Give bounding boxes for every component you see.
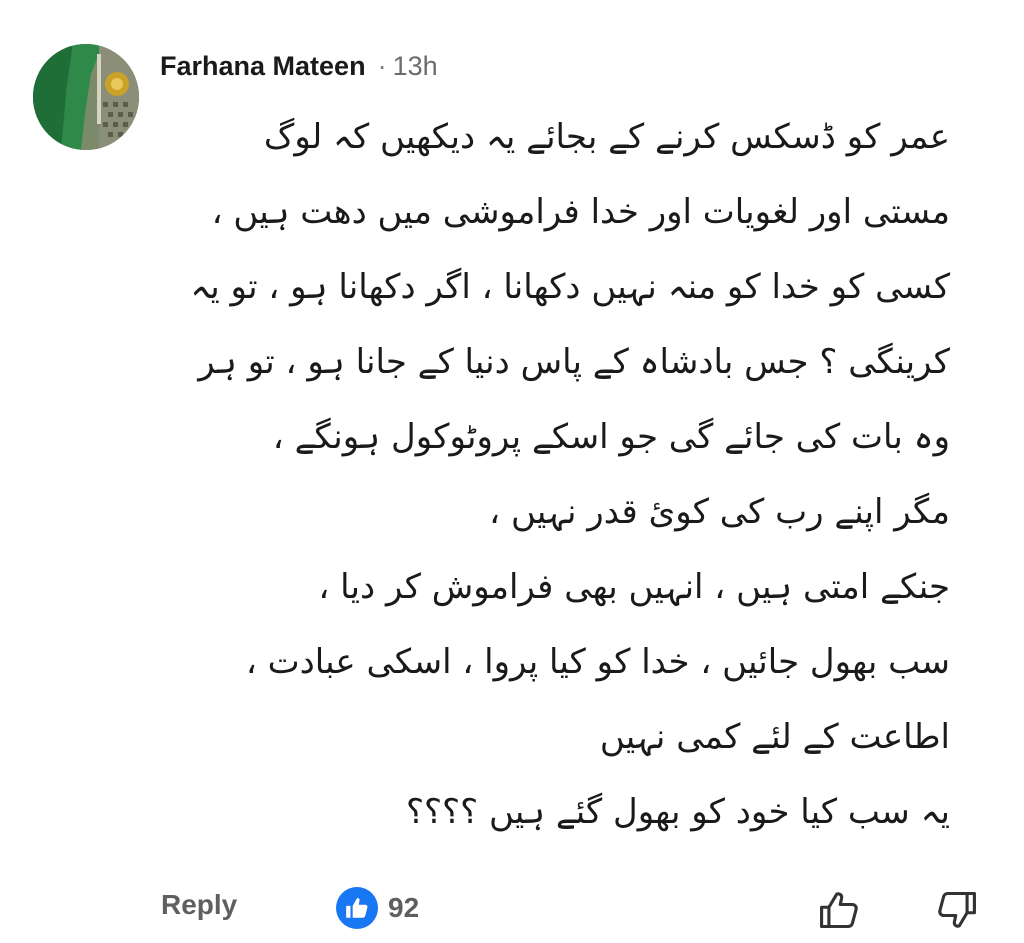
like-reaction-icon xyxy=(336,887,378,929)
like-count: 92 xyxy=(388,892,420,923)
profile-photo-icon xyxy=(33,44,139,150)
comment-body: عمر کو ڈسکس کرنے کے بجائے یہ دیکھیں کہ ل… xyxy=(150,100,950,850)
author-name[interactable]: Farhana Mateen xyxy=(160,51,366,82)
comment-line: وہ بات کی جائے گی جو اسکے پروٹوکول ہونگے… xyxy=(272,417,950,457)
thumbs-down-button[interactable] xyxy=(930,883,984,937)
thumbs-up-button[interactable] xyxy=(812,883,866,937)
comment-line: کرینگی ؟ جس بادشاہ کے پاس دنیا کے جانا ہ… xyxy=(198,342,950,382)
comment-line: سب بھول جائیں ، خدا کو کیا پروا ، اسکی ع… xyxy=(245,642,950,682)
comment-line: مگر اپنے رب کی کوئ قدر نہیں ، xyxy=(489,492,950,532)
comment-actions: Reply 92 xyxy=(0,875,1024,943)
timestamp[interactable]: 13h xyxy=(393,51,438,82)
comment-line: اطاعت کے لئے کمی نہیں xyxy=(599,717,950,757)
comment-line: عمر کو ڈسکس کرنے کے بجائے یہ دیکھیں کہ ل… xyxy=(263,117,950,157)
comment-line: یہ سب کیا خود کو بھول گئے ہیں ؟؟؟؟ xyxy=(405,792,950,832)
comment-header: Farhana Mateen · 13h xyxy=(160,46,438,86)
reaction-summary[interactable]: 92 xyxy=(336,887,419,929)
comment: Farhana Mateen · 13h عمر کو ڈسکس کرنے کے… xyxy=(0,0,1024,943)
comment-line: جنکے امتی ہیں ، انہیں بھی فراموش کر دیا … xyxy=(318,567,950,607)
comment-line: کسی کو خدا کو منہ نہیں دکھانا ، اگر دکھا… xyxy=(190,267,950,307)
header-separator: · xyxy=(377,50,387,81)
thumbs-up-icon xyxy=(820,892,858,929)
thumbs-down-icon xyxy=(938,891,976,928)
comment-line: مستی اور لغویات اور خدا فراموشی میں دھت … xyxy=(211,192,950,232)
reply-button[interactable]: Reply xyxy=(161,889,237,921)
avatar[interactable] xyxy=(33,44,139,150)
